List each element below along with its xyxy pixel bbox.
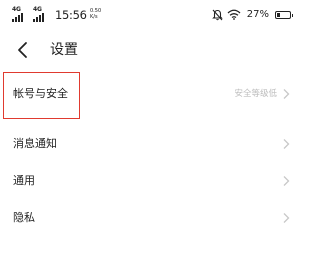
status-bar: 4G 4G 15:56 0.50 K/s 27% [0, 0, 299, 30]
battery-status: 27% [231, 7, 293, 23]
settings-item-label: 隐私 [13, 211, 35, 224]
page-header: 设置 [0, 34, 299, 66]
chevron-right-icon [283, 213, 290, 223]
page-title: 设置 [50, 42, 78, 58]
battery-icon [275, 11, 293, 19]
settings-item-label: 通用 [13, 174, 35, 187]
settings-item-notifications[interactable]: 消息通知 [0, 124, 299, 164]
chevron-right-icon [283, 139, 290, 149]
chevron-left-icon [18, 42, 27, 58]
security-level-value: 安全等级低 [234, 89, 277, 99]
chevron-right-icon [283, 89, 290, 99]
signal-type-label: 4G [33, 6, 42, 13]
settings-item-privacy[interactable]: 隐私 [0, 198, 299, 238]
signal-type-label: 4G [12, 6, 21, 13]
battery-percent: 27% [246, 9, 269, 20]
signal-icon: 4G [33, 6, 53, 22]
settings-item-label: 消息通知 [13, 137, 57, 150]
settings-item-account-security[interactable]: 帐号与安全 安全等级低 [0, 74, 299, 114]
chevron-right-icon [283, 176, 290, 186]
mute-icon [212, 9, 223, 21]
settings-item-label: 帐号与安全 [13, 87, 68, 100]
network-speed: 0.50 K/s [90, 8, 102, 20]
back-button[interactable] [14, 40, 32, 60]
settings-item-general[interactable]: 通用 [0, 161, 299, 201]
signal-icon: 4G [12, 6, 32, 22]
status-time: 15:56 [55, 8, 87, 22]
